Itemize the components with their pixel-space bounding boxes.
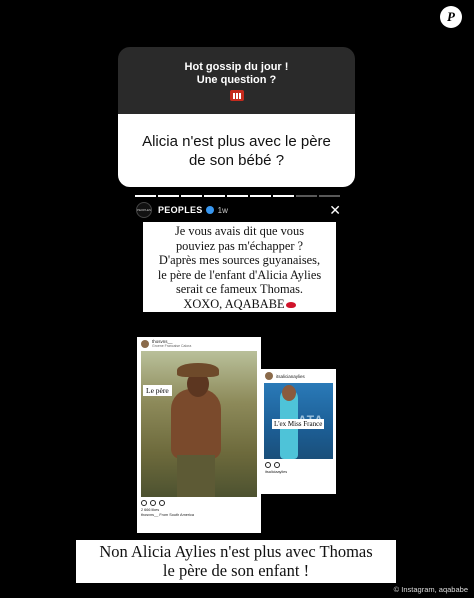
question-sticker-header: Hot gossip du jour ! Une question ? <box>118 47 355 114</box>
post-photo-woman: ATA L'ex Miss France <box>264 383 333 459</box>
headline-line2: le père de son enfant ! <box>162 561 310 580</box>
heart-icon[interactable] <box>265 462 271 468</box>
post-actions <box>261 459 336 468</box>
story-progress-segment <box>319 195 340 197</box>
photo-credit: © Instagram, aqababe <box>393 585 468 594</box>
question-header-line1: Hot gossip du jour ! <box>184 60 289 73</box>
story-progress-segment <box>250 195 271 197</box>
avatar <box>265 372 273 380</box>
photo-label-pere: Le père <box>143 385 172 396</box>
story-progress-segment <box>273 195 294 197</box>
hat-icon <box>177 363 219 377</box>
kiss-mark-icon <box>285 301 296 308</box>
post-username: itsalicianaylies <box>276 373 305 379</box>
hotel-emoji-icon <box>229 89 244 101</box>
caption-line: pouviez pas m'échapper ? <box>175 238 304 253</box>
caption-line: serait ce fameux Thomas. <box>175 282 304 296</box>
close-icon[interactable]: ✕ <box>329 203 341 217</box>
post-caption: itsaliciaaylies <box>265 470 288 474</box>
story-progress-bar <box>135 195 340 197</box>
share-icon[interactable] <box>159 500 165 506</box>
post-header: itsalicianaylies <box>261 369 336 383</box>
heart-icon[interactable] <box>141 500 147 506</box>
story-progress-segment <box>296 195 317 197</box>
caption-line: XOXO, AQABABE <box>145 297 334 312</box>
avatar[interactable]: PEOPLES <box>136 202 152 218</box>
headline-banner: Non Alicia Aylies n'est plus avec Thomas… <box>76 540 396 583</box>
question-sticker-answer: Alicia n'est plus avec le père de son bé… <box>118 114 355 187</box>
story-header: PEOPLES PEOPLES 1w ✕ <box>136 202 341 218</box>
account-name[interactable]: PEOPLES <box>158 205 203 215</box>
story-progress-segment <box>204 195 225 197</box>
avatar <box>141 340 149 348</box>
question-text: Alicia n'est plus avec le père de son bé… <box>142 132 331 169</box>
story-progress-segment <box>227 195 248 197</box>
post-age: 1w <box>217 205 228 215</box>
story-progress-segment <box>181 195 202 197</box>
instagram-post-alicia[interactable]: itsalicianaylies ATA L'ex Miss France it… <box>261 369 336 494</box>
post-actions <box>137 497 261 506</box>
question-sticker[interactable]: Hot gossip du jour ! Une question ? Alic… <box>118 47 355 187</box>
purepeople-logo: P <box>440 6 462 28</box>
story-progress-segment <box>135 195 156 197</box>
headline-line1: Non Alicia Aylies n'est plus avec Thomas <box>99 542 373 561</box>
man-figure <box>171 389 221 459</box>
story-caption: Je vous avais dit que vous pouviez pas m… <box>143 222 336 312</box>
man-legs <box>177 455 215 497</box>
woman-head <box>282 385 296 401</box>
comment-icon[interactable] <box>150 500 156 506</box>
story-progress-segment <box>158 195 179 197</box>
post-header: thosvns__ Groene Francaise Calora <box>137 337 261 351</box>
photo-label-ex-miss-france: L'ex Miss France <box>272 419 325 429</box>
caption-line: Je vous avais dit que vous <box>174 224 305 238</box>
verified-badge-icon <box>205 206 214 214</box>
post-location: Groene Francaise Calora <box>152 344 192 348</box>
comment-icon[interactable] <box>274 462 280 468</box>
post-footer: 2 666 likes thosvns__ From South America <box>137 506 261 520</box>
question-header-line2: Une question ? <box>196 73 277 86</box>
caption-line: D'après mes sources guyanaises, <box>158 253 321 267</box>
post-caption: thosvns__ From South America <box>141 513 194 517</box>
instagram-post-thomas[interactable]: thosvns__ Groene Francaise Calora Le père… <box>137 337 261 533</box>
caption-line: le père de l'enfant d'Alicia Aylies <box>157 267 322 282</box>
post-photo-man: Le père <box>141 351 257 497</box>
